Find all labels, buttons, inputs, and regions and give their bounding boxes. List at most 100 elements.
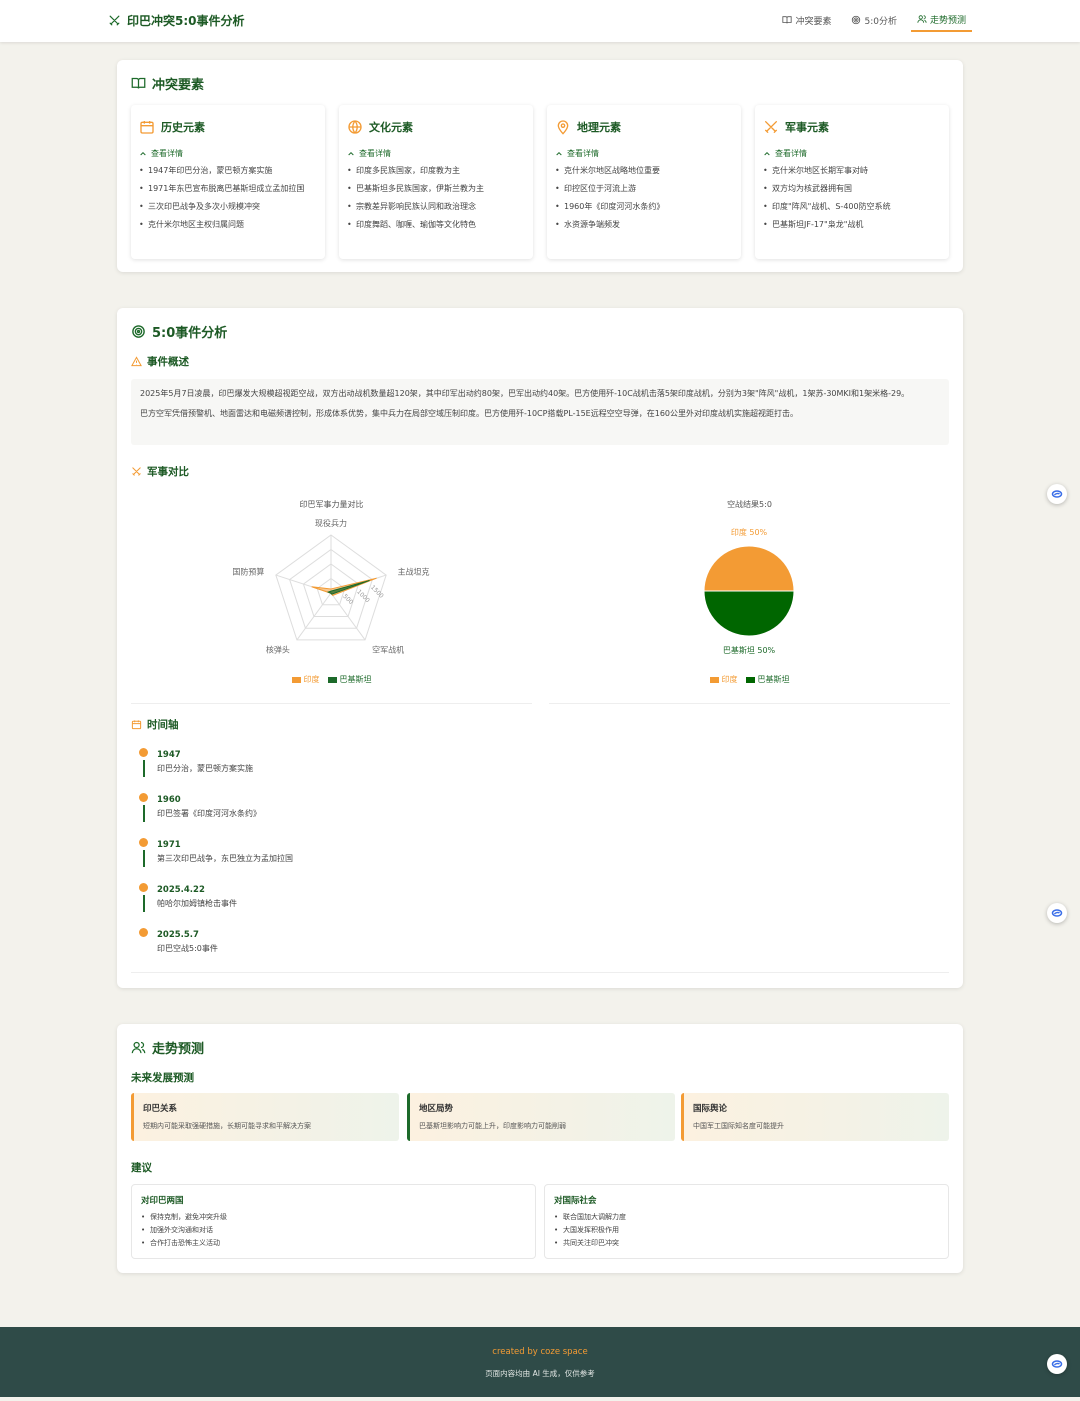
list-item: 克什米尔地区战略地位重要 <box>555 165 733 177</box>
assistant-icon <box>1051 490 1063 498</box>
trend-card: 地区局势 巴基斯坦影响力可能上升，印度影响力可能削弱 <box>407 1093 675 1141</box>
timeline-date: 1947 <box>157 750 181 760</box>
brand[interactable]: 印巴冲突5:0事件分析 <box>108 12 245 29</box>
chevron-up-icon <box>140 151 146 155</box>
suggestion-title: 对国际社会 <box>554 1196 597 1206</box>
details-toggle[interactable]: 查看详情 <box>347 148 391 159</box>
list-item: 印度舞蹈、咖喱、瑜伽等文化特色 <box>347 219 525 231</box>
globe-icon <box>348 120 362 134</box>
list-item: 宗教差异影响民族认同和政治理念 <box>347 201 525 213</box>
list-item: 巴基斯坦多民族国家，伊斯兰教为主 <box>347 183 525 195</box>
chevron-up-icon <box>764 151 770 155</box>
legend-label: 巴基斯坦 <box>757 675 790 684</box>
elements-section: 冲突要素 历史元素 查看详情 1947年印巴分治，蒙巴顿方案实施 1971年东巴… <box>117 60 963 272</box>
section-header: 5:0事件分析 <box>131 322 227 341</box>
overview-header: 事件概述 <box>131 354 189 369</box>
suggest-header: 建议 <box>131 1160 152 1175</box>
list-item: 1971年东巴宣布脱离巴基斯坦成立孟加拉国 <box>139 183 317 195</box>
legend-item-pakistan[interactable]: 巴基斯坦 <box>745 674 790 685</box>
timeline-text: 帕哈尔加姆镇枪击事件 <box>157 899 237 908</box>
users-icon <box>917 15 927 23</box>
timeline-dot <box>139 748 148 757</box>
list-item: 印控区位于河流上游 <box>555 183 733 195</box>
section-header: 冲突要素 <box>131 74 204 93</box>
nav-trends[interactable]: 走势预测 <box>910 8 972 32</box>
list-item: 印度"阵风"战机、S-400防空系统 <box>763 201 941 213</box>
assistant-button[interactable] <box>1047 1354 1067 1374</box>
timeline-text: 印巴分治，蒙巴顿方案实施 <box>157 764 253 773</box>
list-item: 加强外交沟通和对话 <box>141 1224 526 1237</box>
list-item: 水资源争端频发 <box>555 219 733 231</box>
legend-item-pakistan[interactable]: 巴基斯坦 <box>327 674 372 685</box>
element-card-header: 历史元素 <box>139 119 205 135</box>
footer-note: 页面内容均由 AI 生成，仅供参考 <box>485 1369 595 1378</box>
book-icon <box>782 16 793 24</box>
main-nav: 冲突要素 5:0分析 走势预测 <box>776 8 972 32</box>
trend-title: 地区局势 <box>419 1104 454 1114</box>
section-title: 走势预测 <box>152 1042 205 1057</box>
trend-text: 巴基斯坦影响力可能上升，印度影响力可能削弱 <box>419 1122 566 1130</box>
future-header: 未来发展预测 <box>131 1070 194 1085</box>
swords-icon <box>132 467 141 476</box>
overview-paragraph: 巴方空军凭借预警机、地面雷达和电磁频谱控制，形成体系优势，集中兵力在局部空域压制… <box>140 409 798 418</box>
radar-tick-label: 500 <box>341 593 354 606</box>
nav-label: 5:0分析 <box>864 16 897 27</box>
timeline-dot <box>139 928 148 937</box>
toggle-label: 查看详情 <box>567 149 599 158</box>
suggestion-title: 对印巴两国 <box>141 1196 184 1206</box>
book-icon <box>131 77 146 89</box>
legend-item-india[interactable]: 印度 <box>291 674 320 685</box>
military-header: 军事对比 <box>131 464 189 479</box>
details-toggle[interactable]: 查看详情 <box>139 148 183 159</box>
pie-slice-0 <box>703 545 795 592</box>
list-item: 共同关注印巴冲突 <box>554 1237 939 1250</box>
chevron-up-icon <box>556 151 562 155</box>
radar-axis-label: 主战坦克 <box>398 566 430 576</box>
timeline-header: 时间轴 <box>131 717 179 732</box>
element-card-header: 地理元素 <box>555 119 621 135</box>
legend-label: 印度 <box>303 675 320 684</box>
nav-elements[interactable]: 冲突要素 <box>776 8 837 32</box>
timeline-connector <box>143 850 145 867</box>
timeline-dot <box>139 838 148 847</box>
assistant-button[interactable] <box>1047 903 1067 923</box>
element-card-history: 历史元素 查看详情 1947年印巴分治，蒙巴顿方案实施 1971年东巴宣布脱离巴… <box>131 105 325 259</box>
trend-title: 国际舆论 <box>693 1104 728 1114</box>
suggestion-list: 联合国加大调解力度 大国发挥积极作用 共同关注印巴冲突 <box>554 1211 939 1250</box>
timeline-text: 第三次印巴战争，东巴独立为孟加拉国 <box>157 854 293 863</box>
list-item: 双方均为核武器拥有国 <box>763 183 941 195</box>
timeline-date: 2025.4.22 <box>157 885 205 895</box>
chevron-up-icon <box>348 151 354 155</box>
target-icon <box>852 15 861 25</box>
toggle-label: 查看详情 <box>151 149 183 158</box>
users-icon <box>131 1041 146 1054</box>
legend-item-india[interactable]: 印度 <box>709 674 738 685</box>
section-header: 走势预测 <box>131 1038 204 1057</box>
calendar-icon <box>131 720 142 730</box>
overview-paragraph: 2025年5月7日凌晨，印巴爆发大规模超视距空战，双方出动战机数量超120架，其… <box>140 389 910 398</box>
toggle-label: 查看详情 <box>775 149 807 158</box>
list-item: 巴基斯坦JF-17"枭龙"战机 <box>763 219 941 231</box>
element-card-culture: 文化元素 查看详情 印度多民族国家，印度教为主 巴基斯坦多民族国家，伊斯兰教为主… <box>339 105 533 259</box>
element-card-title: 地理元素 <box>577 121 621 134</box>
element-card-military: 军事元素 查看详情 克什米尔地区长期军事对峙 双方均为核武器拥有国 印度"阵风"… <box>755 105 949 259</box>
element-list: 印度多民族国家，印度教为主 巴基斯坦多民族国家，伊斯兰教为主 宗教差异影响民族认… <box>347 165 525 237</box>
timeline-date: 2025.5.7 <box>157 930 199 940</box>
timeline-text: 印巴签署《印度河河水条约》 <box>157 809 261 818</box>
timeline-item: 2025.4.22 帕哈尔加姆镇枪击事件 <box>139 883 539 928</box>
legend-label: 巴基斯坦 <box>339 675 372 684</box>
list-item: 保持克制，避免冲突升级 <box>141 1211 526 1224</box>
assistant-button[interactable] <box>1047 484 1067 504</box>
list-item: 大国发挥积极作用 <box>554 1224 939 1237</box>
details-toggle[interactable]: 查看详情 <box>763 148 807 159</box>
suggest-title: 建议 <box>131 1162 152 1174</box>
chart-legend: 印度 巴基斯坦 <box>131 674 532 685</box>
details-toggle[interactable]: 查看详情 <box>555 148 599 159</box>
swords-icon <box>109 15 120 26</box>
footer-credit[interactable]: created by coze space <box>0 1347 1080 1357</box>
nav-analysis[interactable]: 5:0分析 <box>845 8 903 32</box>
timeline-dot <box>139 793 148 802</box>
swords-icon <box>765 121 777 133</box>
radar-axis-label: 现役兵力 <box>315 518 347 528</box>
radar-axis-label: 空军战机 <box>372 645 404 655</box>
